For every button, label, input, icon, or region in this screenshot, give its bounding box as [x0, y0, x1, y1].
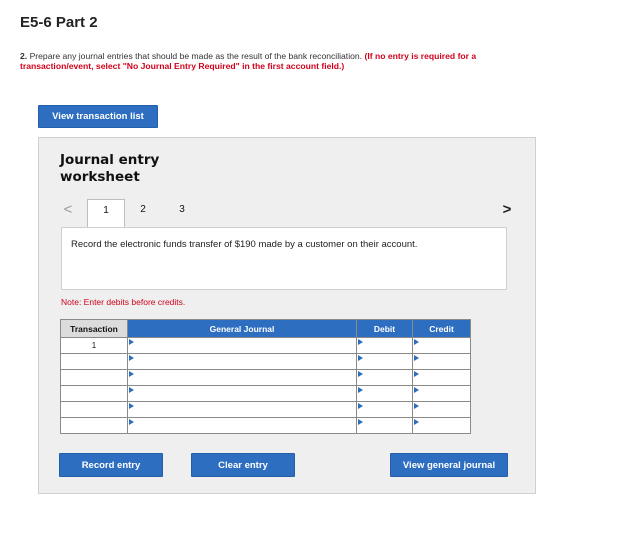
- debit-input[interactable]: [356, 385, 413, 402]
- dropdown-arrow-icon: [129, 403, 134, 409]
- account-dropdown[interactable]: [127, 369, 357, 386]
- view-transaction-list-button[interactable]: View transaction list: [38, 105, 158, 128]
- debit-input[interactable]: [356, 337, 413, 354]
- chevron-left-icon[interactable]: <: [61, 201, 75, 219]
- debit-input[interactable]: [356, 417, 413, 434]
- worksheet-title: Journal entry worksheet: [60, 152, 159, 186]
- dropdown-arrow-icon: [414, 339, 419, 345]
- dropdown-arrow-icon: [129, 387, 134, 393]
- table-row: [60, 385, 471, 402]
- dropdown-arrow-icon: [129, 419, 134, 425]
- credit-input[interactable]: [412, 385, 471, 402]
- account-dropdown[interactable]: [127, 353, 357, 370]
- dropdown-arrow-icon: [414, 419, 419, 425]
- table-row: [60, 417, 471, 434]
- table-row: [60, 401, 471, 418]
- view-general-journal-button[interactable]: View general journal: [390, 453, 508, 477]
- dropdown-arrow-icon: [129, 339, 134, 345]
- dropdown-arrow-icon: [358, 387, 363, 393]
- clear-entry-button[interactable]: Clear entry: [191, 453, 295, 477]
- debit-input[interactable]: [356, 353, 413, 370]
- credit-input[interactable]: [412, 401, 471, 418]
- journal-entry-worksheet: Journal entry worksheet < 1 2 3 > Record…: [38, 137, 536, 494]
- credit-column-header: Credit: [412, 319, 471, 338]
- dropdown-arrow-icon: [358, 419, 363, 425]
- worksheet-title-line1: Journal entry: [60, 152, 160, 168]
- account-dropdown[interactable]: [127, 337, 357, 354]
- dropdown-arrow-icon: [414, 355, 419, 361]
- dropdown-arrow-icon: [129, 371, 134, 377]
- debit-input[interactable]: [356, 369, 413, 386]
- debit-column-header: Debit: [356, 319, 413, 338]
- transaction-number-cell: [60, 417, 128, 434]
- transaction-number-cell: [60, 369, 128, 386]
- question-number: 2.: [20, 51, 28, 61]
- dropdown-arrow-icon: [129, 355, 134, 361]
- dropdown-arrow-icon: [358, 371, 363, 377]
- page-tab-2[interactable]: 2: [133, 199, 153, 225]
- dropdown-arrow-icon: [358, 355, 363, 361]
- dropdown-arrow-icon: [358, 339, 363, 345]
- transaction-number-cell: [60, 353, 128, 370]
- credit-input[interactable]: [412, 353, 471, 370]
- credit-input[interactable]: [412, 337, 471, 354]
- general-journal-column-header: General Journal: [127, 319, 357, 338]
- journal-entry-table: Transaction General Journal Debit Credit…: [60, 319, 471, 434]
- table-row: [60, 353, 471, 370]
- transaction-number-cell: [60, 401, 128, 418]
- transaction-number-cell: 1: [60, 337, 128, 354]
- table-row: [60, 369, 471, 386]
- transaction-description: Record the electronic funds transfer of …: [61, 227, 507, 290]
- transaction-number-cell: [60, 385, 128, 402]
- debit-input[interactable]: [356, 401, 413, 418]
- chevron-right-icon[interactable]: >: [500, 201, 514, 219]
- worksheet-title-line2: worksheet: [60, 169, 140, 185]
- record-entry-button[interactable]: Record entry: [59, 453, 163, 477]
- account-dropdown[interactable]: [127, 417, 357, 434]
- credit-input[interactable]: [412, 369, 471, 386]
- dropdown-arrow-icon: [414, 403, 419, 409]
- debit-credit-note: Note: Enter debits before credits.: [61, 297, 186, 307]
- page-tab-1[interactable]: 1: [87, 199, 125, 227]
- page-title: E5-6 Part 2: [20, 14, 98, 31]
- dropdown-arrow-icon: [414, 371, 419, 377]
- account-dropdown[interactable]: [127, 401, 357, 418]
- question-text: 2. Prepare any journal entries that shou…: [20, 51, 490, 72]
- page-tab-3[interactable]: 3: [172, 199, 192, 225]
- dropdown-arrow-icon: [414, 387, 419, 393]
- account-dropdown[interactable]: [127, 385, 357, 402]
- question-prompt: Prepare any journal entries that should …: [29, 51, 363, 61]
- dropdown-arrow-icon: [358, 403, 363, 409]
- table-row: 1: [60, 337, 471, 354]
- transaction-column-header: Transaction: [60, 319, 128, 338]
- credit-input[interactable]: [412, 417, 471, 434]
